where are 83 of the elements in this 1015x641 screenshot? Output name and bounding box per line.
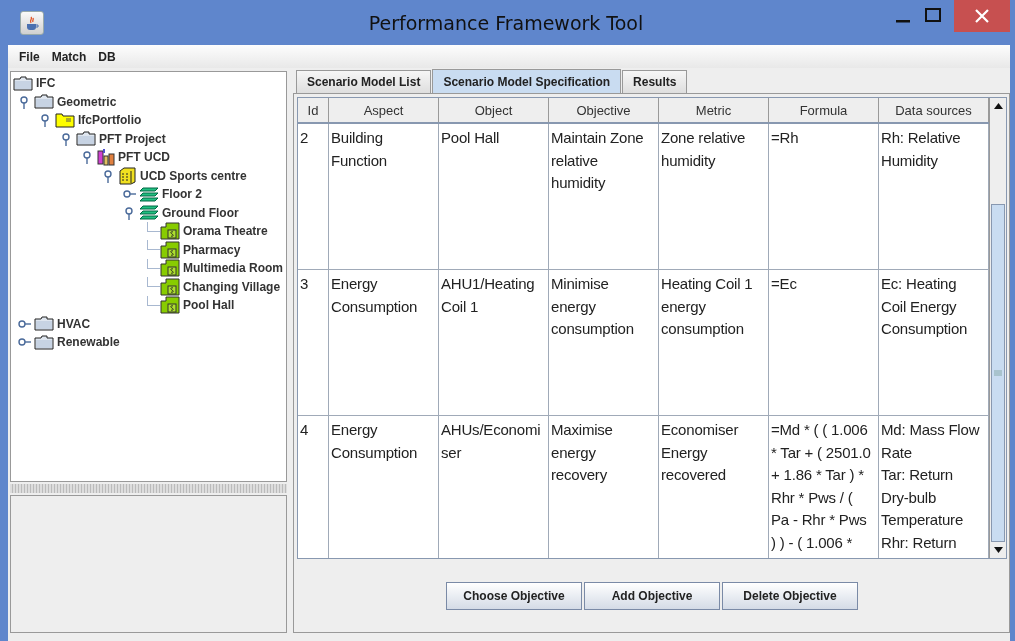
expanded-handle-icon[interactable]	[81, 150, 92, 165]
tree-item[interactable]: HVAC	[56, 316, 92, 331]
menu-item[interactable]: Match	[46, 47, 92, 66]
table-cell: Building Function	[329, 124, 439, 269]
space-icon	[160, 259, 180, 278]
table-cell: Pool Hall	[439, 124, 549, 269]
column-header[interactable]: Object	[439, 98, 549, 122]
space-icon	[160, 222, 180, 241]
space-icon	[160, 296, 180, 315]
table-cell: Minimise energy consumption	[549, 270, 659, 415]
table-cell: Economiser Energy recovered	[659, 416, 769, 558]
action-button[interactable]: Choose Objective	[446, 581, 582, 610]
folder-icon	[13, 75, 33, 91]
table-cell: AHUs/Economi ser	[439, 416, 549, 558]
action-button[interactable]: Add Objective	[584, 581, 720, 610]
table-cell: AHU1/Heating Coil 1	[439, 270, 549, 415]
column-header[interactable]: Formula	[769, 98, 879, 122]
space-icon	[160, 277, 180, 296]
table-cell: Maximise energy recovery	[549, 416, 659, 558]
tree-item[interactable]: Pharmacy	[182, 242, 242, 257]
table-cell: Zone relative humidity	[659, 124, 769, 269]
scroll-up-icon[interactable]	[993, 103, 1003, 109]
tree-item[interactable]: Pool Hall	[182, 298, 236, 313]
table-cell: 3	[298, 270, 329, 415]
maximize-icon	[924, 7, 942, 25]
menu-item[interactable]: DB	[93, 47, 121, 66]
table-cell: =Md * ( ( 1.006 * Tar + ( 2501.0 + 1.86 * Tar ) * Rhr * Pws / ( Pa - Rhr * Pws ) ) - ( 1.006 *	[769, 416, 879, 558]
action-button[interactable]: Delete Objective	[722, 581, 858, 610]
expanded-handle-icon[interactable]	[123, 205, 134, 220]
table-cell: =Ec	[769, 270, 879, 415]
menu-item[interactable]: File	[14, 47, 45, 66]
tree-item[interactable]: PFT Project	[98, 131, 167, 146]
expanded-handle-icon[interactable]	[18, 94, 29, 109]
layers-icon	[139, 186, 159, 202]
column-header[interactable]: Id	[298, 98, 329, 122]
column-header[interactable]: Metric	[659, 98, 769, 122]
layers-icon	[139, 205, 159, 221]
tab[interactable]: Scenario Model List	[296, 70, 432, 93]
collapsed-handle-icon[interactable]	[121, 189, 136, 200]
scrollbar[interactable]	[989, 98, 1006, 558]
splitter-handle[interactable]	[10, 484, 287, 493]
expanded-handle-icon[interactable]	[39, 113, 50, 128]
close-button[interactable]	[954, 0, 1010, 32]
table-cell: Energy Consumption	[329, 416, 439, 558]
table-cell: Energy Consumption	[329, 270, 439, 415]
collapsed-handle-icon[interactable]	[16, 337, 31, 348]
table-cell: 4	[298, 416, 329, 558]
column-header[interactable]: Aspect	[329, 98, 439, 122]
tree-item[interactable]: Geometric	[56, 94, 118, 109]
table-cell: Maintain Zone relative humidity	[549, 124, 659, 269]
tree-item[interactable]: Orama Theatre	[182, 224, 269, 239]
folder-icon	[55, 112, 75, 128]
tree-item[interactable]: Changing Village	[182, 279, 282, 294]
tree-item[interactable]: Ground Floor	[161, 205, 240, 220]
collapsed-handle-icon[interactable]	[16, 318, 31, 329]
tree-item[interactable]: Multimedia Room	[182, 261, 284, 276]
scroll-down-icon[interactable]	[993, 547, 1003, 553]
table-cell: =Rh	[769, 124, 879, 269]
table-cell: 2	[298, 124, 329, 269]
folder-icon	[34, 316, 54, 332]
buildings-icon	[97, 148, 115, 166]
building-icon	[118, 166, 137, 185]
column-header[interactable]: Objective	[549, 98, 659, 122]
table-cell: Heating Coil 1 energy consumption	[659, 270, 769, 415]
scroll-thumb[interactable]	[991, 204, 1005, 542]
tree-item[interactable]: Renewable	[56, 335, 121, 350]
folder-icon	[76, 131, 96, 147]
expanded-handle-icon[interactable]	[60, 131, 71, 146]
expanded-handle-icon[interactable]	[102, 168, 113, 183]
folder-icon	[34, 94, 54, 110]
window-title: Performance Framework Tool	[367, 11, 645, 34]
tree-item[interactable]: IfcPortfolio	[77, 113, 143, 128]
tree-item[interactable]: PFT UCD	[117, 150, 171, 165]
tree-item[interactable]: UCD Sports centre	[139, 168, 248, 183]
java-cup-icon[interactable]	[20, 10, 44, 35]
tab[interactable]: Results	[622, 70, 688, 93]
tree-item[interactable]: Floor 2	[161, 187, 203, 202]
tab[interactable]: Scenario Model Specification	[432, 69, 622, 93]
close-icon	[974, 8, 990, 24]
folder-icon	[34, 334, 54, 350]
space-icon	[160, 240, 180, 259]
minimize-icon	[896, 19, 910, 23]
tree-item[interactable]: IFC	[35, 76, 57, 91]
